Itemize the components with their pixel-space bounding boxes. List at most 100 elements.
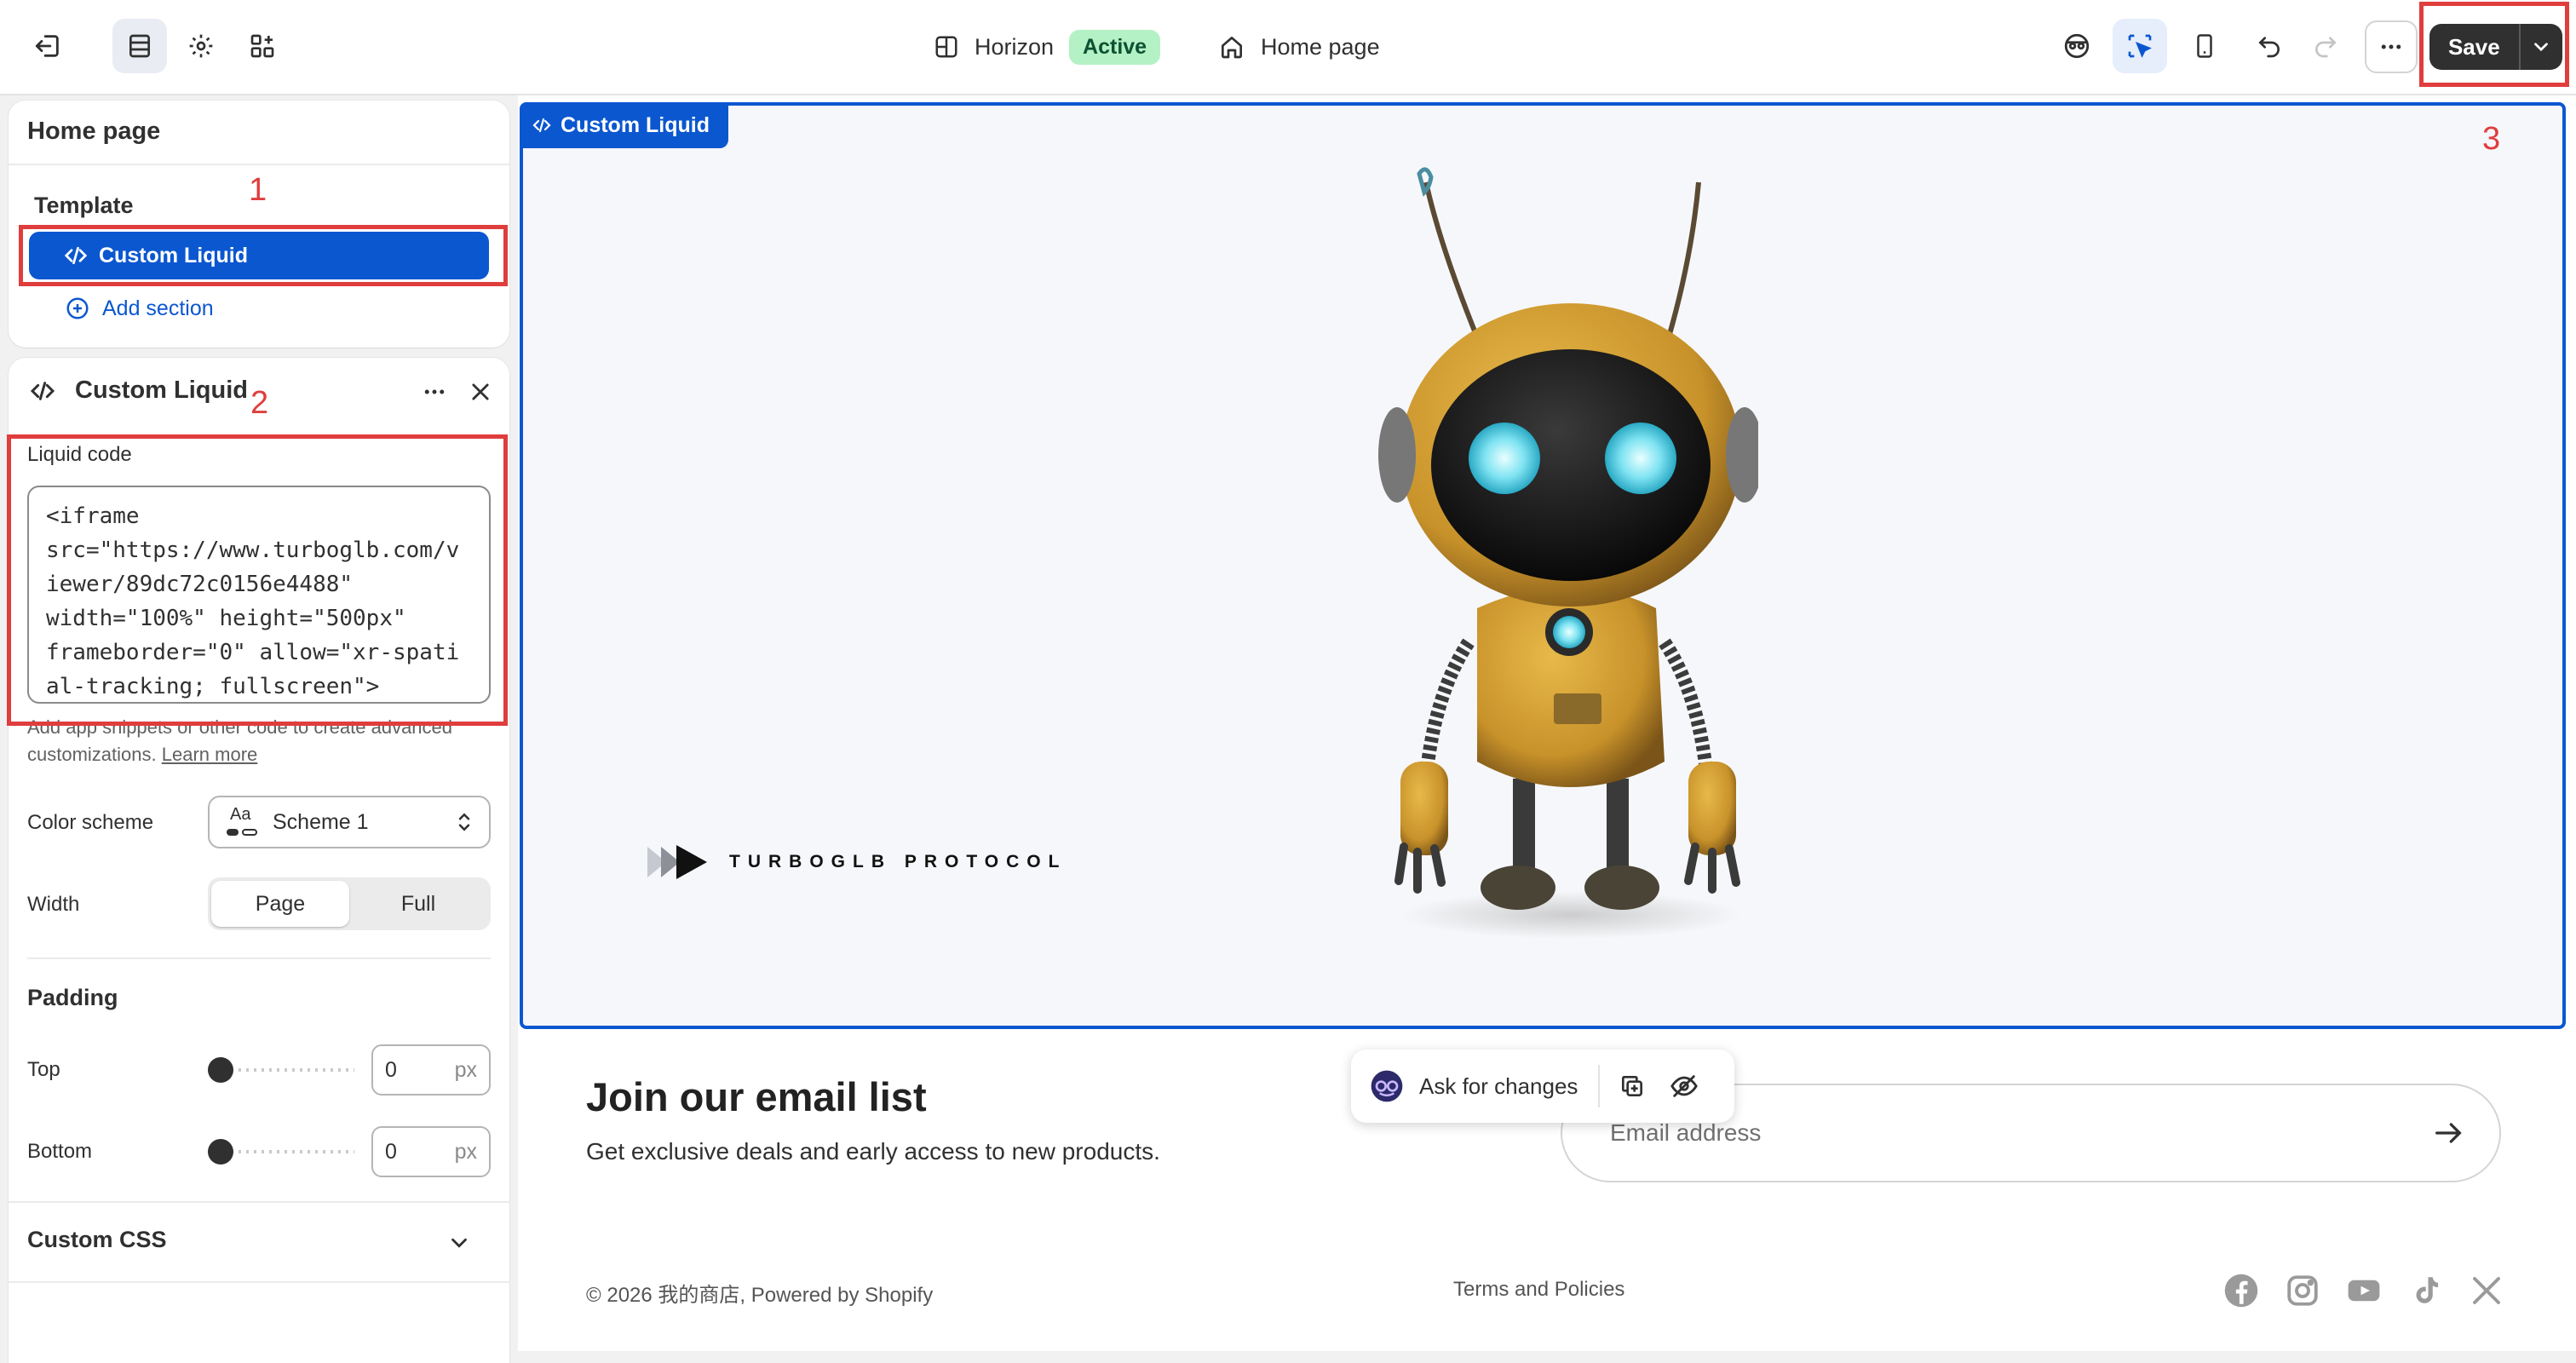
top-bar: Horizon Active Home page Save bbox=[0, 0, 2576, 95]
padding-bottom-input[interactable]: 0 px bbox=[371, 1126, 491, 1177]
liquid-code-editor[interactable]: <iframe src="https://www.turboglb.com/vi… bbox=[27, 486, 491, 704]
sidekick-button[interactable] bbox=[2050, 19, 2104, 73]
color-scheme-select[interactable]: Aa Scheme 1 bbox=[208, 796, 491, 848]
page-name: Home page bbox=[1261, 33, 1380, 60]
mobile-icon bbox=[2197, 34, 2212, 58]
code-icon bbox=[64, 246, 88, 265]
annotation-number-2: 2 bbox=[250, 385, 269, 421]
theme-name: Horizon bbox=[975, 33, 1055, 60]
tiktok-icon[interactable] bbox=[2407, 1273, 2443, 1308]
close-icon bbox=[472, 383, 489, 400]
scheme-value: Scheme 1 bbox=[273, 809, 369, 834]
liquid-help-text: Add app snippets or other code to create… bbox=[27, 714, 496, 768]
scheme-swatch-text: Aa bbox=[230, 805, 251, 824]
color-scheme-label: Color scheme bbox=[27, 811, 154, 834]
footer-terms-link[interactable]: Terms and Policies bbox=[1453, 1278, 1624, 1302]
chevron-down-icon bbox=[451, 1238, 467, 1248]
sidekick-avatar-icon bbox=[1371, 1070, 1403, 1102]
divider bbox=[9, 164, 509, 165]
social-links bbox=[2223, 1273, 2504, 1308]
add-section-button[interactable]: Add section bbox=[65, 293, 214, 324]
exit-icon bbox=[35, 35, 59, 57]
active-badge: Active bbox=[1069, 29, 1161, 65]
section-item-custom-liquid[interactable]: Custom Liquid bbox=[29, 232, 489, 279]
ellipsis-icon bbox=[2381, 44, 2401, 49]
close-settings-button[interactable] bbox=[463, 375, 497, 409]
duplicate-icon bbox=[1622, 1076, 1643, 1096]
facebook-icon[interactable] bbox=[2223, 1273, 2259, 1308]
redo-icon bbox=[2315, 37, 2337, 58]
duplicate-button[interactable] bbox=[1619, 1073, 1646, 1100]
device-preview-button[interactable] bbox=[2177, 19, 2232, 73]
newsletter-title: Join our email list bbox=[586, 1074, 927, 1119]
redo-button[interactable] bbox=[2298, 19, 2353, 73]
turboglb-logo-icon bbox=[647, 845, 707, 879]
select-arrows-icon bbox=[458, 813, 470, 831]
arrow-right-icon[interactable] bbox=[2431, 1116, 2465, 1150]
divider bbox=[1598, 1065, 1601, 1107]
page-title: Home page bbox=[27, 118, 161, 145]
slider-handle[interactable] bbox=[208, 1057, 233, 1083]
learn-more-link[interactable]: Learn more bbox=[162, 744, 258, 765]
exit-button[interactable] bbox=[20, 19, 75, 73]
save-options-button[interactable] bbox=[2521, 24, 2562, 70]
width-label: Width bbox=[27, 893, 80, 916]
theme-selector[interactable]: Horizon Active bbox=[934, 26, 1161, 68]
chevron-down-icon bbox=[2534, 43, 2549, 52]
ask-for-changes-bar: Ask for changes bbox=[1351, 1050, 1734, 1123]
section-tag: Custom Liquid bbox=[520, 102, 728, 148]
hide-section-button[interactable] bbox=[1670, 1072, 1699, 1101]
padding-bottom-slider[interactable] bbox=[208, 1139, 354, 1165]
theme-settings-button[interactable] bbox=[174, 19, 228, 73]
section-settings-title: Custom Liquid bbox=[75, 377, 248, 404]
section-tag-label: Custom Liquid bbox=[561, 112, 710, 137]
custom-liquid-section-preview[interactable] bbox=[520, 102, 2566, 1029]
newsletter-subtitle: Get exclusive deals and early access to … bbox=[586, 1138, 1160, 1165]
padding-top-value: 0 bbox=[385, 1057, 397, 1082]
robot-3d-model[interactable] bbox=[1366, 165, 1758, 949]
apps-button[interactable] bbox=[235, 19, 290, 73]
sidekick-icon bbox=[2064, 33, 2090, 59]
more-actions-button[interactable] bbox=[2365, 20, 2418, 73]
undo-button[interactable] bbox=[2242, 19, 2297, 73]
padding-heading: Padding bbox=[27, 985, 118, 1010]
inspector-button[interactable] bbox=[2113, 19, 2167, 73]
code-icon bbox=[30, 382, 55, 400]
annotation-number-1: 1 bbox=[249, 172, 267, 208]
apps-icon bbox=[250, 34, 274, 58]
code-icon bbox=[532, 118, 551, 133]
unit-label: px bbox=[454, 1139, 477, 1164]
ellipsis-icon bbox=[424, 389, 445, 394]
unit-label: px bbox=[454, 1057, 477, 1082]
scheme-swatch: Aa bbox=[225, 805, 259, 839]
add-section-label: Add section bbox=[102, 296, 214, 320]
email-placeholder: Email address bbox=[1610, 1119, 1762, 1146]
footer-copyright: © 2026 我的商店, Powered by Shopify bbox=[586, 1284, 934, 1307]
page-selector[interactable]: Home page bbox=[1218, 26, 1380, 68]
instagram-icon[interactable] bbox=[2285, 1273, 2320, 1308]
plus-circle-icon bbox=[66, 297, 89, 319]
annotation-number-3: 3 bbox=[2482, 121, 2501, 157]
section-item-label: Custom Liquid bbox=[99, 243, 248, 267]
width-option-full[interactable]: Full bbox=[349, 881, 487, 927]
brand-logo: TURBOGLB PROTOCOL bbox=[647, 843, 1067, 881]
x-icon[interactable] bbox=[2469, 1273, 2504, 1308]
padding-bottom-label: Bottom bbox=[27, 1140, 93, 1163]
sections-tab-button[interactable] bbox=[112, 19, 167, 73]
select-cursor-icon bbox=[2128, 34, 2152, 58]
save-button-group: Save bbox=[2429, 24, 2562, 70]
width-option-page[interactable]: Page bbox=[211, 881, 349, 927]
youtube-icon[interactable] bbox=[2346, 1273, 2382, 1308]
padding-top-input[interactable]: 0 px bbox=[371, 1044, 491, 1096]
padding-top-slider[interactable] bbox=[208, 1057, 354, 1083]
ask-for-changes-button[interactable]: Ask for changes bbox=[1419, 1073, 1578, 1100]
save-button[interactable]: Save bbox=[2429, 24, 2521, 70]
section-more-button[interactable] bbox=[417, 375, 451, 409]
width-segmented-control: Page Full bbox=[208, 877, 491, 930]
gear-icon bbox=[189, 34, 213, 58]
custom-css-accordion[interactable]: Custom CSS bbox=[9, 1203, 509, 1281]
divider bbox=[27, 958, 491, 959]
eye-off-icon bbox=[1670, 1075, 1699, 1097]
custom-css-label: Custom CSS bbox=[27, 1227, 167, 1252]
slider-handle[interactable] bbox=[208, 1139, 233, 1165]
